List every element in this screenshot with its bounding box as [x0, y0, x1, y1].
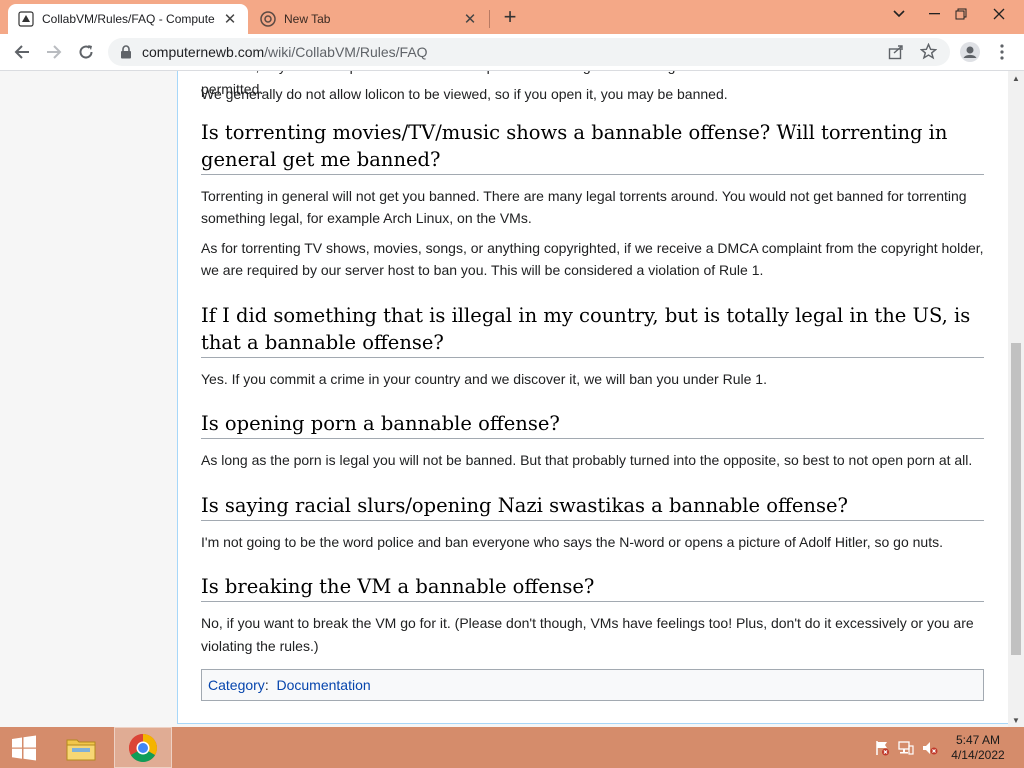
address-bar[interactable]: computernewb.com/wiki/CollabVM/Rules/FAQ	[108, 38, 950, 66]
heading-torrenting: Is torrenting movies/TV/music shows a ba…	[201, 119, 984, 175]
wiki-favicon-icon	[18, 11, 34, 27]
profile-avatar-icon[interactable]	[956, 38, 984, 66]
tab-collabvm-faq[interactable]: CollabVM/Rules/FAQ - Compute ✕	[8, 4, 248, 34]
restore-icon[interactable]	[944, 0, 978, 28]
tab-title: CollabVM/Rules/FAQ - Compute	[42, 12, 215, 26]
scroll-up-arrow-icon[interactable]: ▲	[1008, 71, 1024, 85]
system-clock[interactable]: 5:47 AM 4/14/2022	[946, 733, 1010, 763]
tab-new-tab[interactable]: New Tab ✕	[250, 4, 488, 34]
scroll-down-arrow-icon[interactable]: ▼	[1008, 713, 1024, 727]
article-body: However, any sexual depictions of minors…	[201, 71, 984, 701]
heading-breaking-vm: Is breaking the VM a bannable offense?	[201, 573, 984, 602]
file-explorer-button[interactable]	[58, 727, 104, 768]
paragraph: I'm not going to be the word police and …	[201, 533, 943, 550]
paragraph: No, if you want to break the VM go for i…	[201, 615, 974, 654]
paragraph: As for torrenting TV shows, movies, song…	[201, 239, 984, 279]
heading-racial-slurs: Is saying racial slurs/opening Nazi swas…	[201, 492, 984, 521]
wiki-content: However, any sexual depictions of minors…	[177, 71, 1008, 724]
clock-time: 5:47 AM	[955, 733, 1001, 747]
start-button[interactable]	[0, 727, 48, 768]
chrome-taskbar-button[interactable]	[114, 727, 172, 768]
back-arrow-icon[interactable]	[8, 38, 36, 66]
paragraph: Torrenting in general will not get you b…	[201, 187, 967, 227]
bookmark-star-icon[interactable]	[919, 42, 938, 65]
heading-porn: Is opening porn a bannable offense?	[201, 410, 984, 439]
tab-title: New Tab	[284, 12, 331, 26]
url-path: /wiki/CollabVM/Rules/FAQ	[264, 44, 428, 60]
tab-strip: CollabVM/Rules/FAQ - Compute ✕ New Tab ✕…	[0, 0, 1024, 34]
page-viewport: However, any sexual depictions of minors…	[0, 71, 1008, 727]
close-tab-icon[interactable]: ✕	[462, 11, 478, 28]
share-icon[interactable]	[888, 44, 904, 65]
action-center-flag-icon[interactable]	[874, 740, 890, 756]
close-tab-icon[interactable]: ✕	[222, 11, 238, 28]
chrome-icon	[129, 733, 157, 762]
chrome-favicon-icon	[260, 11, 276, 27]
category-documentation-link[interactable]: Documentation	[276, 677, 370, 693]
tab-search-chevron-icon[interactable]	[882, 0, 916, 28]
forward-arrow-icon[interactable]	[40, 38, 68, 66]
vertical-scrollbar[interactable]: ▲ ▼	[1008, 71, 1024, 727]
folder-icon	[66, 739, 96, 760]
browser-toolbar: computernewb.com/wiki/CollabVM/Rules/FAQ	[0, 34, 1024, 71]
menu-kebab-icon[interactable]	[988, 38, 1016, 66]
paragraph: As long as the porn is legal you will no…	[201, 452, 973, 468]
windows-taskbar: 5:47 AM 4/14/2022	[0, 727, 1024, 768]
url-domain: computernewb.com	[142, 44, 265, 60]
lock-icon[interactable]	[120, 45, 132, 59]
network-icon[interactable]	[898, 740, 914, 756]
category-label-link[interactable]: Category	[208, 677, 265, 693]
heading-illegal-country: If I did something that is illegal in my…	[201, 302, 984, 358]
volume-muted-icon[interactable]	[922, 740, 938, 756]
category-links: Category: Documentation	[201, 669, 984, 701]
scrollbar-thumb[interactable]	[1011, 343, 1021, 655]
reload-icon[interactable]	[72, 38, 100, 66]
tab-separator	[489, 10, 490, 28]
url-text[interactable]: computernewb.com/wiki/CollabVM/Rules/FAQ	[142, 44, 428, 60]
close-window-icon[interactable]	[982, 0, 1016, 28]
cut-off-paragraph: However, any sexual depictions of minors…	[201, 71, 921, 97]
category-colon: :	[264, 677, 277, 693]
windows-logo-icon	[12, 735, 36, 760]
paragraph: Yes. If you commit a crime in your count…	[201, 370, 767, 387]
clock-date: 4/14/2022	[951, 748, 1005, 762]
new-tab-plus-icon[interactable]: +	[498, 4, 522, 29]
